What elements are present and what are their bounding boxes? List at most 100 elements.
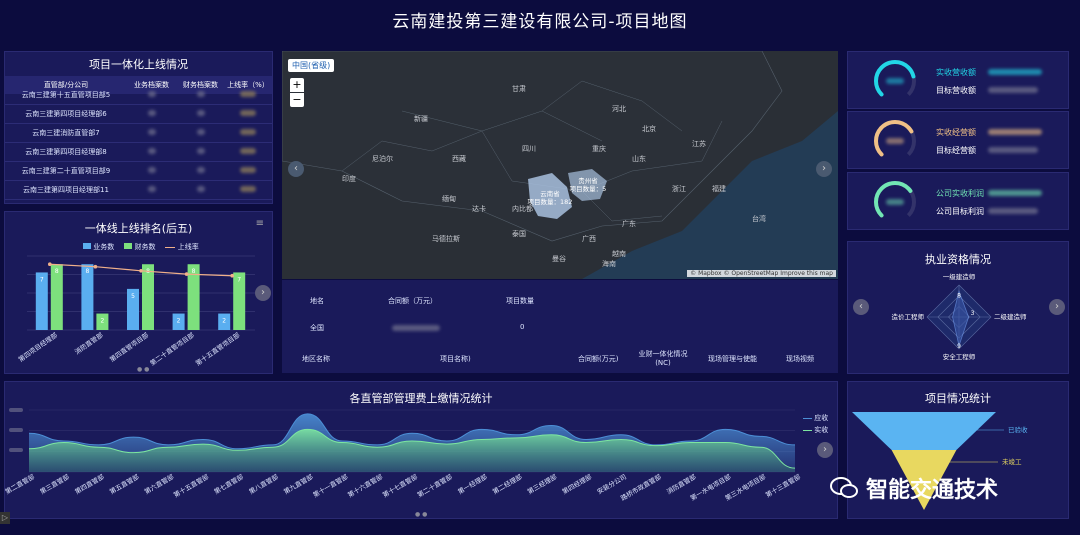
radar-axis-label: 造价工程师 [892, 312, 925, 321]
place-label: 重庆 [592, 144, 606, 153]
category-label: 第十五直管部 [172, 472, 211, 500]
qualification-panel: 执业资格情况 一级建造师 二级建造师 安全工程师 造价工程师 8 3 9 ‹ › [847, 241, 1069, 374]
bar-label: 7 [237, 276, 241, 283]
next-arrow-button[interactable]: › [255, 285, 271, 301]
y-tick-blurred [9, 408, 23, 412]
category-label: 第一经理部 [456, 472, 489, 496]
next-arrow-button[interactable]: › [1049, 299, 1065, 315]
watermark: 智能交通技术 [830, 468, 1070, 508]
category-label: 第四直管部 [73, 472, 106, 496]
kpi-gauge [874, 181, 916, 223]
column-header-contract: 合同额（万元） [388, 297, 437, 305]
y-tick-blurred [9, 428, 23, 432]
kpi-actual-value-blurred [988, 190, 1042, 196]
row-department: 云南三建第二十直管项目部9 [21, 167, 111, 175]
place-label: 山东 [632, 154, 646, 163]
category-label: 第十一直管部 [311, 472, 350, 500]
category-label: 第四直管项目部 [108, 330, 151, 364]
place-label: 新疆 [414, 114, 428, 123]
place-label: 广西 [582, 234, 596, 243]
column-header-projects: 项目数量 [506, 297, 534, 305]
ranking-panel: 一体线上线排名(后五) ≡ 业务数 财务数 上线率 7 8 第四项目经理部 8 2 消防直… [4, 211, 273, 374]
pager-dots[interactable]: ● ● [137, 366, 149, 373]
kpi-card[interactable]: 实收经营额 目标经营额 [847, 111, 1069, 169]
row-department: 云南三建第十五直管项目部5 [21, 91, 111, 99]
ranking-chart: 78第四项目经理部82消防直管部58第四直管项目部28第二十直管项目部27第十五… [17, 255, 255, 367]
row-rate-blurred [225, 129, 271, 137]
radar-value-label: 3 [971, 310, 975, 317]
row-business-blurred [127, 129, 176, 137]
map-canvas[interactable]: 新疆 甘肃河北北京山东 西藏 四川 重庆 江苏浙江 福建台湾广东广西海南 尼泊尔缅甸泰国越南 马… [282, 51, 838, 279]
category-label: 第二十直管项目部 [148, 330, 196, 367]
table-row[interactable]: 云南三建第二十直管项目部9 [5, 162, 272, 181]
layer-label[interactable]: 中国(省级) [288, 59, 335, 72]
place-label: 福建 [712, 184, 726, 193]
place-label: 北京 [642, 124, 656, 133]
detail-header-nc: 业财一体化情况 (NC) [638, 350, 688, 367]
funnel-label: 未竣工 [1002, 457, 1022, 466]
y-tick-blurred [9, 448, 23, 452]
category-label: 第十七直管部 [381, 472, 420, 500]
kpi-target-label: 公司目标利润 [936, 207, 984, 216]
radar-chart: 一级建造师二级建造师安全工程师 造价工程师 8 3 9 [892, 272, 1028, 361]
zoom-out-button[interactable]: − [290, 93, 304, 107]
map-next-arrow[interactable]: › [816, 161, 832, 177]
category-label: 第四经理部 [560, 472, 593, 496]
bar-label: 5 [131, 293, 135, 300]
wechat-icon [830, 477, 858, 499]
column-header-business: 业务档案数 [134, 81, 169, 89]
zoom-in-button[interactable]: + [290, 78, 304, 92]
place-label: 四川 [522, 145, 536, 153]
kpi-card[interactable]: 实收营收额 目标营收额 [847, 51, 1069, 109]
kpi-actual-label: 公司实收利润 [936, 189, 984, 198]
region-name-label: 贵州省 [578, 176, 598, 185]
next-arrow-button[interactable]: › [817, 442, 833, 458]
table-row[interactable]: 云南三建消防直管部7 [5, 124, 272, 143]
page-title: 云南建投第三建设有限公司-项目地图 [392, 12, 688, 32]
row-finance-blurred [176, 167, 225, 175]
funnel-label: 已验收 [1008, 425, 1028, 434]
category-label: 第六直管部 [143, 472, 176, 496]
row-finance-blurred [176, 186, 225, 194]
row-department: 云南三建第四项目经理部6 [25, 110, 107, 118]
management-fee-panel: 各直管部管理费上缴情况统计 应收 实收 第二直管部 第三直管部 第四直管部 第五直管部… [4, 381, 838, 519]
bar-label: 7 [40, 276, 44, 283]
watermark-text: 智能交通技术 [866, 478, 999, 503]
row-rate-blurred [225, 110, 271, 118]
map-prev-arrow[interactable]: ‹ [288, 161, 304, 177]
kpi-gauge [874, 60, 916, 102]
table-row[interactable]: 云南三建第四项目经理部11 [5, 181, 272, 200]
row-business-blurred [127, 110, 176, 118]
rate-point [48, 262, 52, 267]
rate-point [184, 272, 189, 276]
place-label: 海南 [602, 259, 616, 268]
map-attribution[interactable]: © Mapbox © OpenStreetMap Improve this ma… [687, 270, 836, 277]
table-row[interactable]: 云南三建第四项目经理部8 [5, 143, 272, 162]
summary-place: 全国 [310, 324, 324, 332]
detail-header-contract: 合同额(万元) [578, 355, 619, 363]
prev-arrow-button[interactable]: ‹ [853, 299, 869, 315]
region-count-label: 项目数量：182 [528, 197, 573, 206]
column-header-finance: 财务档案数 [183, 81, 218, 89]
category-label: 第五直管部 [108, 472, 141, 496]
rate-point [93, 264, 98, 269]
column-header-rate: 上线率（%） [227, 81, 269, 89]
radar-axis-label: 一级建造师 [943, 272, 976, 281]
project-map[interactable]: 新疆 甘肃 河北 北京 山东 西藏 四川 重庆 江苏 浙江 福建 台湾 广东 广西 海南 尼泊尔 缅甸 泰国 越南 马… [282, 51, 838, 279]
pager-dots[interactable]: ● ● [415, 511, 427, 518]
kpi-actual-label: 实收营收额 [936, 68, 976, 77]
detail-header-video: 现场视频 [786, 355, 814, 363]
kpi-target-value-blurred [988, 208, 1038, 214]
kpi-actual-label: 实收经营额 [936, 128, 976, 137]
place-label: 浙江 [672, 184, 686, 193]
kpi-target-value-blurred [988, 147, 1038, 153]
sidebar-toggle-button[interactable]: ▷ [0, 512, 10, 524]
place-label: 越南 [612, 249, 626, 258]
category-label: 第十五直管项目部 [194, 330, 242, 367]
table-row[interactable]: 云南三建第四项目经理部6 [5, 105, 272, 124]
column-header-place: 地名 [310, 297, 324, 305]
table-body[interactable]: 云南三建第十五直管项目部5 云南三建第四项目经理部6 云南三建消防直管部7 云南… [5, 86, 272, 200]
category-label: 第七直管部 [212, 472, 245, 496]
radar-axis-label: 安全工程师 [943, 352, 976, 361]
kpi-card[interactable]: 公司实收利润 公司目标利润 [847, 172, 1069, 230]
